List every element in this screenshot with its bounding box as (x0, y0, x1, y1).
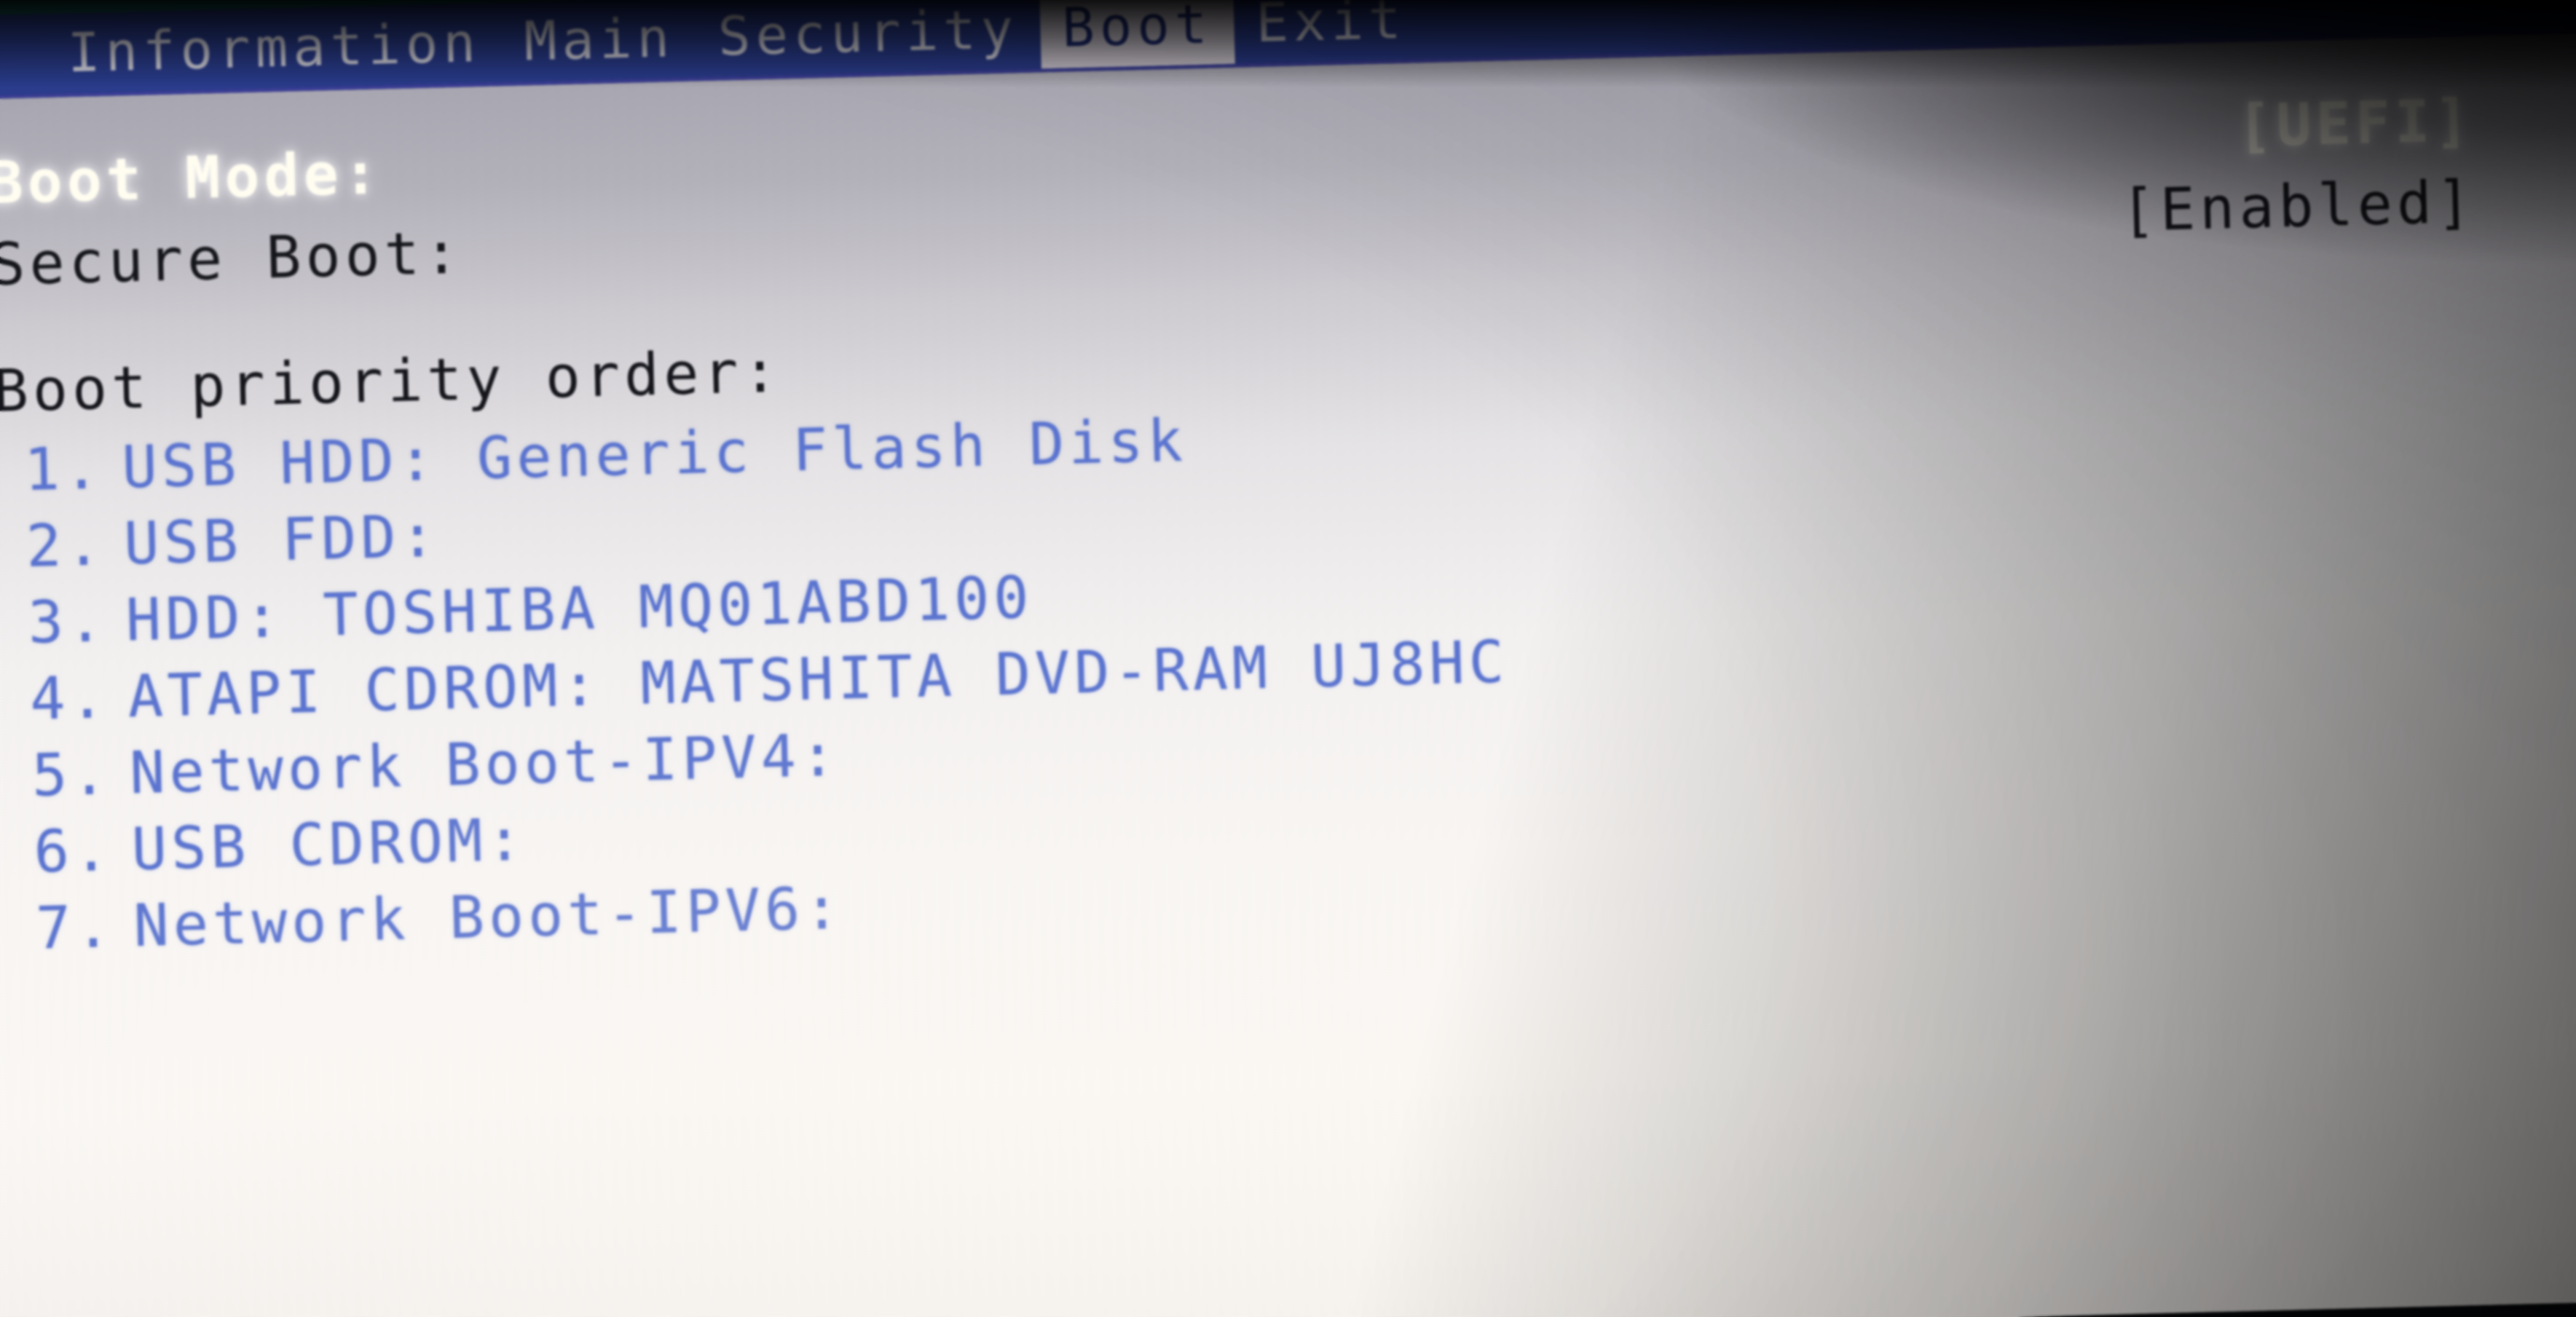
tab-security[interactable]: Security (696, 0, 1041, 77)
boot-mode-label: Boot Mode: (0, 139, 384, 217)
secure-boot-label: Secure Boot: (0, 218, 465, 298)
boot-item-index: 4. (29, 663, 110, 733)
tab-information[interactable]: Information (45, 2, 504, 94)
boot-item-index: 1. (23, 434, 104, 504)
boot-priority-list: 1. USB HDD: Generic Flash Disk 2. USB FDD:… (0, 365, 2576, 968)
boot-settings-content: Boot Mode: [UEFI] Secure Boot: [Enabled]… (0, 32, 2576, 968)
boot-item-index: 5. (31, 739, 112, 810)
boot-mode-value[interactable]: [UEFI] (2236, 80, 2475, 167)
boot-item-index: 2. (25, 510, 106, 580)
tab-boot[interactable]: Boot (1039, 0, 1235, 69)
bios-setup-utility: Information Main Security Boot Exit Boot… (0, 0, 2576, 1317)
boot-item-index: 3. (27, 587, 109, 657)
boot-item-label: Network Boot-IPV6: (133, 874, 845, 960)
tab-exit[interactable]: Exit (1233, 0, 1429, 64)
boot-item-index: 7. (35, 892, 116, 962)
boot-item-label: USB CDROM: (130, 805, 527, 884)
boot-item-label: USB FDD: (123, 502, 441, 578)
boot-item-label: Network Boot-IPV4: (129, 721, 841, 807)
bios-screen-photo: Information Main Security Boot Exit Boot… (0, 0, 2576, 1317)
secure-boot-value[interactable]: [Enabled] (2119, 162, 2477, 252)
tab-main[interactable]: Main (501, 0, 697, 82)
boot-item-index: 6. (33, 815, 114, 886)
boot-settings-panel: Boot Mode: [UEFI] Secure Boot: [Enabled]… (0, 28, 2576, 1317)
